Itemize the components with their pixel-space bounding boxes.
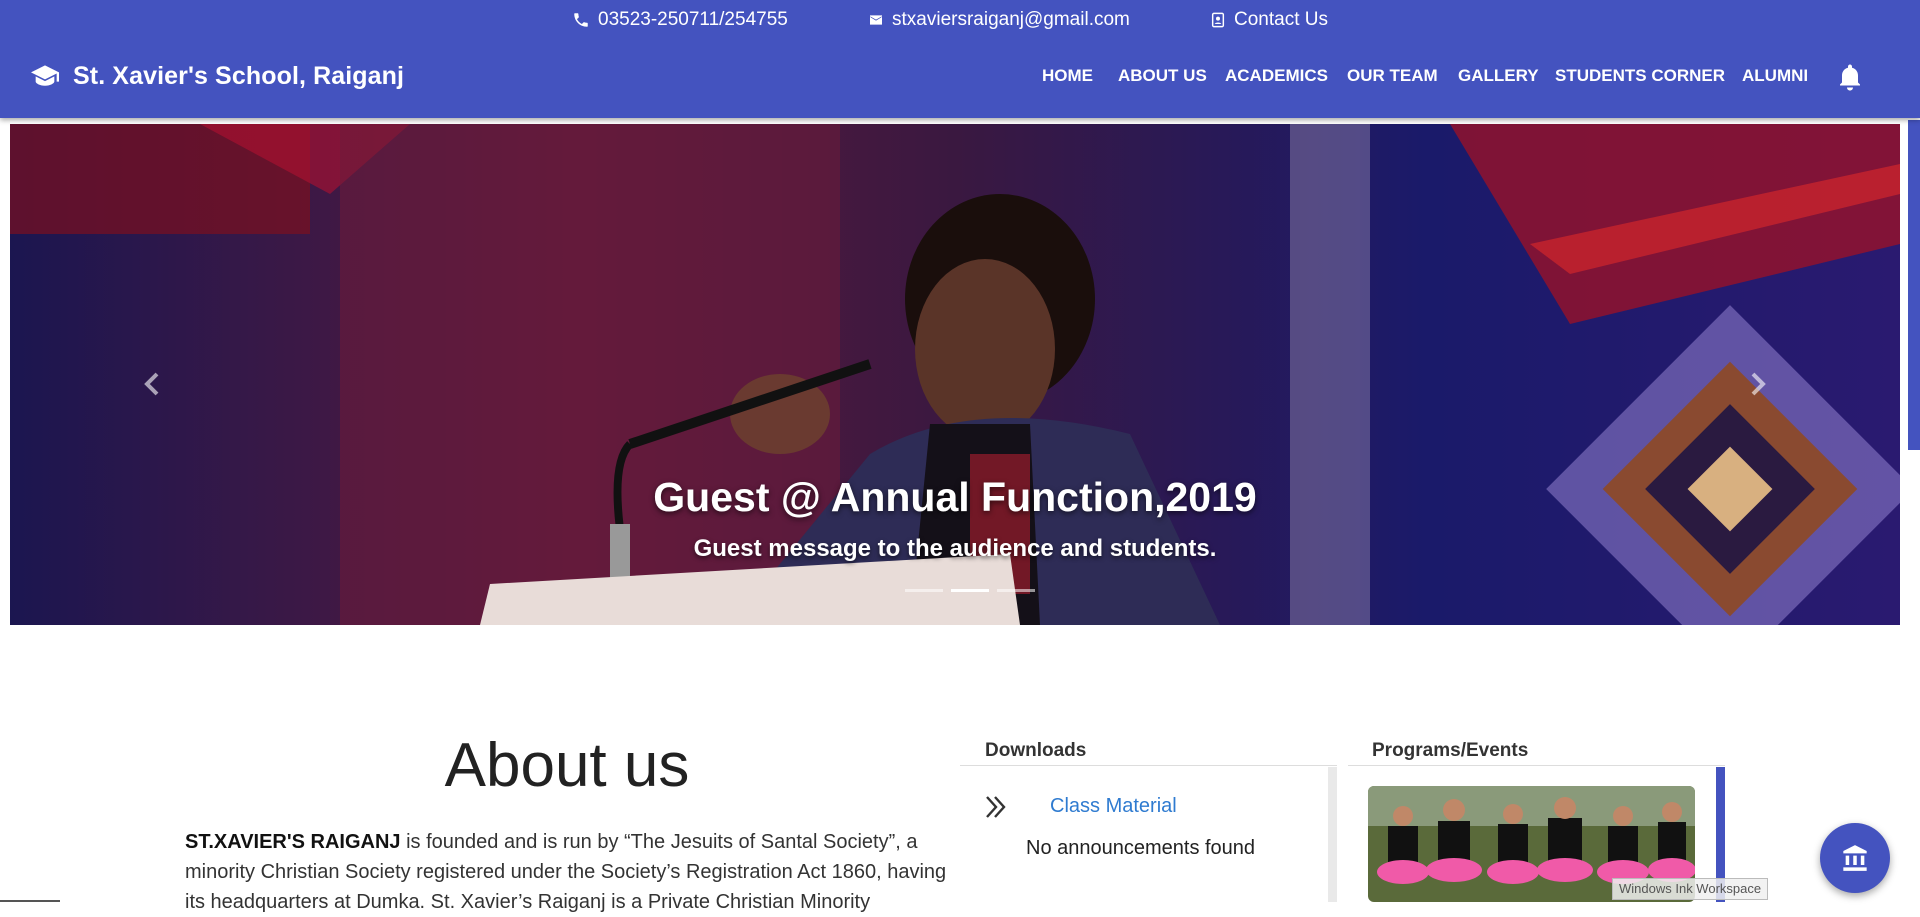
email-text: stxaviersraiganj@gmail.com — [892, 9, 1130, 30]
indicator-3[interactable] — [997, 589, 1035, 592]
indicator-2[interactable] — [951, 589, 989, 592]
no-announcements-text: No announcements found — [1026, 837, 1256, 859]
programs-divider — [1348, 765, 1725, 766]
contact-topbar: 03523-250711/254755 stxaviersraiganj@gma… — [0, 0, 1920, 40]
school-name-bold: ST.XAVIER'S RAIGANJ — [185, 831, 401, 853]
phone-contact[interactable]: 03523-250711/254755 — [572, 8, 788, 32]
contact-us-link[interactable]: Contact Us — [1210, 8, 1328, 32]
phone-icon — [574, 13, 588, 27]
institution-icon — [1843, 845, 1867, 871]
contact-card-icon — [1211, 12, 1225, 28]
nav-students-corner[interactable]: STUDENTS CORNER — [1555, 66, 1725, 86]
nav-our-team[interactable]: OUR TEAM — [1347, 66, 1438, 86]
school-name: St. Xavier's School, Raiganj — [73, 62, 405, 90]
about-paragraph: ST.XAVIER'S RAIGANJ is founded and is ru… — [185, 827, 955, 917]
site-header: 03523-250711/254755 stxaviersraiganj@gma… — [0, 0, 1920, 118]
page-scrollbar[interactable] — [1908, 120, 1920, 450]
slide-subtitle: Guest message to the audience and studen… — [693, 535, 1217, 562]
phone-text: 03523-250711/254755 — [598, 9, 788, 30]
windows-ink-label[interactable]: Windows Ink Workspace — [1612, 878, 1769, 900]
carousel-next[interactable] — [1737, 364, 1777, 404]
downloads-heading: Downloads — [985, 740, 1087, 761]
programs-heading: Programs/Events — [1372, 740, 1529, 761]
downloads-divider — [960, 765, 1337, 766]
institution-fab-button[interactable] — [1820, 823, 1890, 893]
chevron-left-icon — [144, 372, 159, 396]
carousel-prev[interactable] — [133, 364, 173, 404]
nav-alumni[interactable]: ALUMNI — [1742, 66, 1808, 86]
double-chevron-icon — [984, 794, 1008, 825]
bell-icon — [1840, 64, 1860, 91]
graduation-cap-icon — [31, 64, 59, 86]
email-contact[interactable]: stxaviersraiganj@gmail.com — [868, 8, 1130, 32]
hero-carousel[interactable]: Guest @ Annual Function,2019 Guest messa… — [10, 124, 1900, 625]
about-heading: About us — [444, 731, 690, 800]
notification-bell[interactable] — [1838, 64, 1862, 96]
class-material-link[interactable]: Class Material — [1050, 795, 1177, 818]
nav-about-us[interactable]: ABOUT US — [1118, 66, 1207, 86]
mail-icon — [870, 15, 882, 25]
nav-home[interactable]: HOME — [1042, 66, 1093, 86]
indicator-1[interactable] — [905, 589, 943, 592]
contact-us-text: Contact Us — [1234, 9, 1328, 30]
carousel-indicators — [905, 589, 1035, 592]
downloads-scroll-track[interactable] — [1328, 767, 1337, 902]
slide-title: Guest @ Annual Function,2019 — [653, 474, 1257, 520]
brand-logo[interactable]: St. Xavier's School, Raiganj — [31, 62, 404, 91]
nav-academics[interactable]: ACADEMICS — [1225, 66, 1328, 86]
nav-gallery[interactable]: GALLERY — [1458, 66, 1539, 86]
chevron-right-icon — [1751, 372, 1766, 396]
